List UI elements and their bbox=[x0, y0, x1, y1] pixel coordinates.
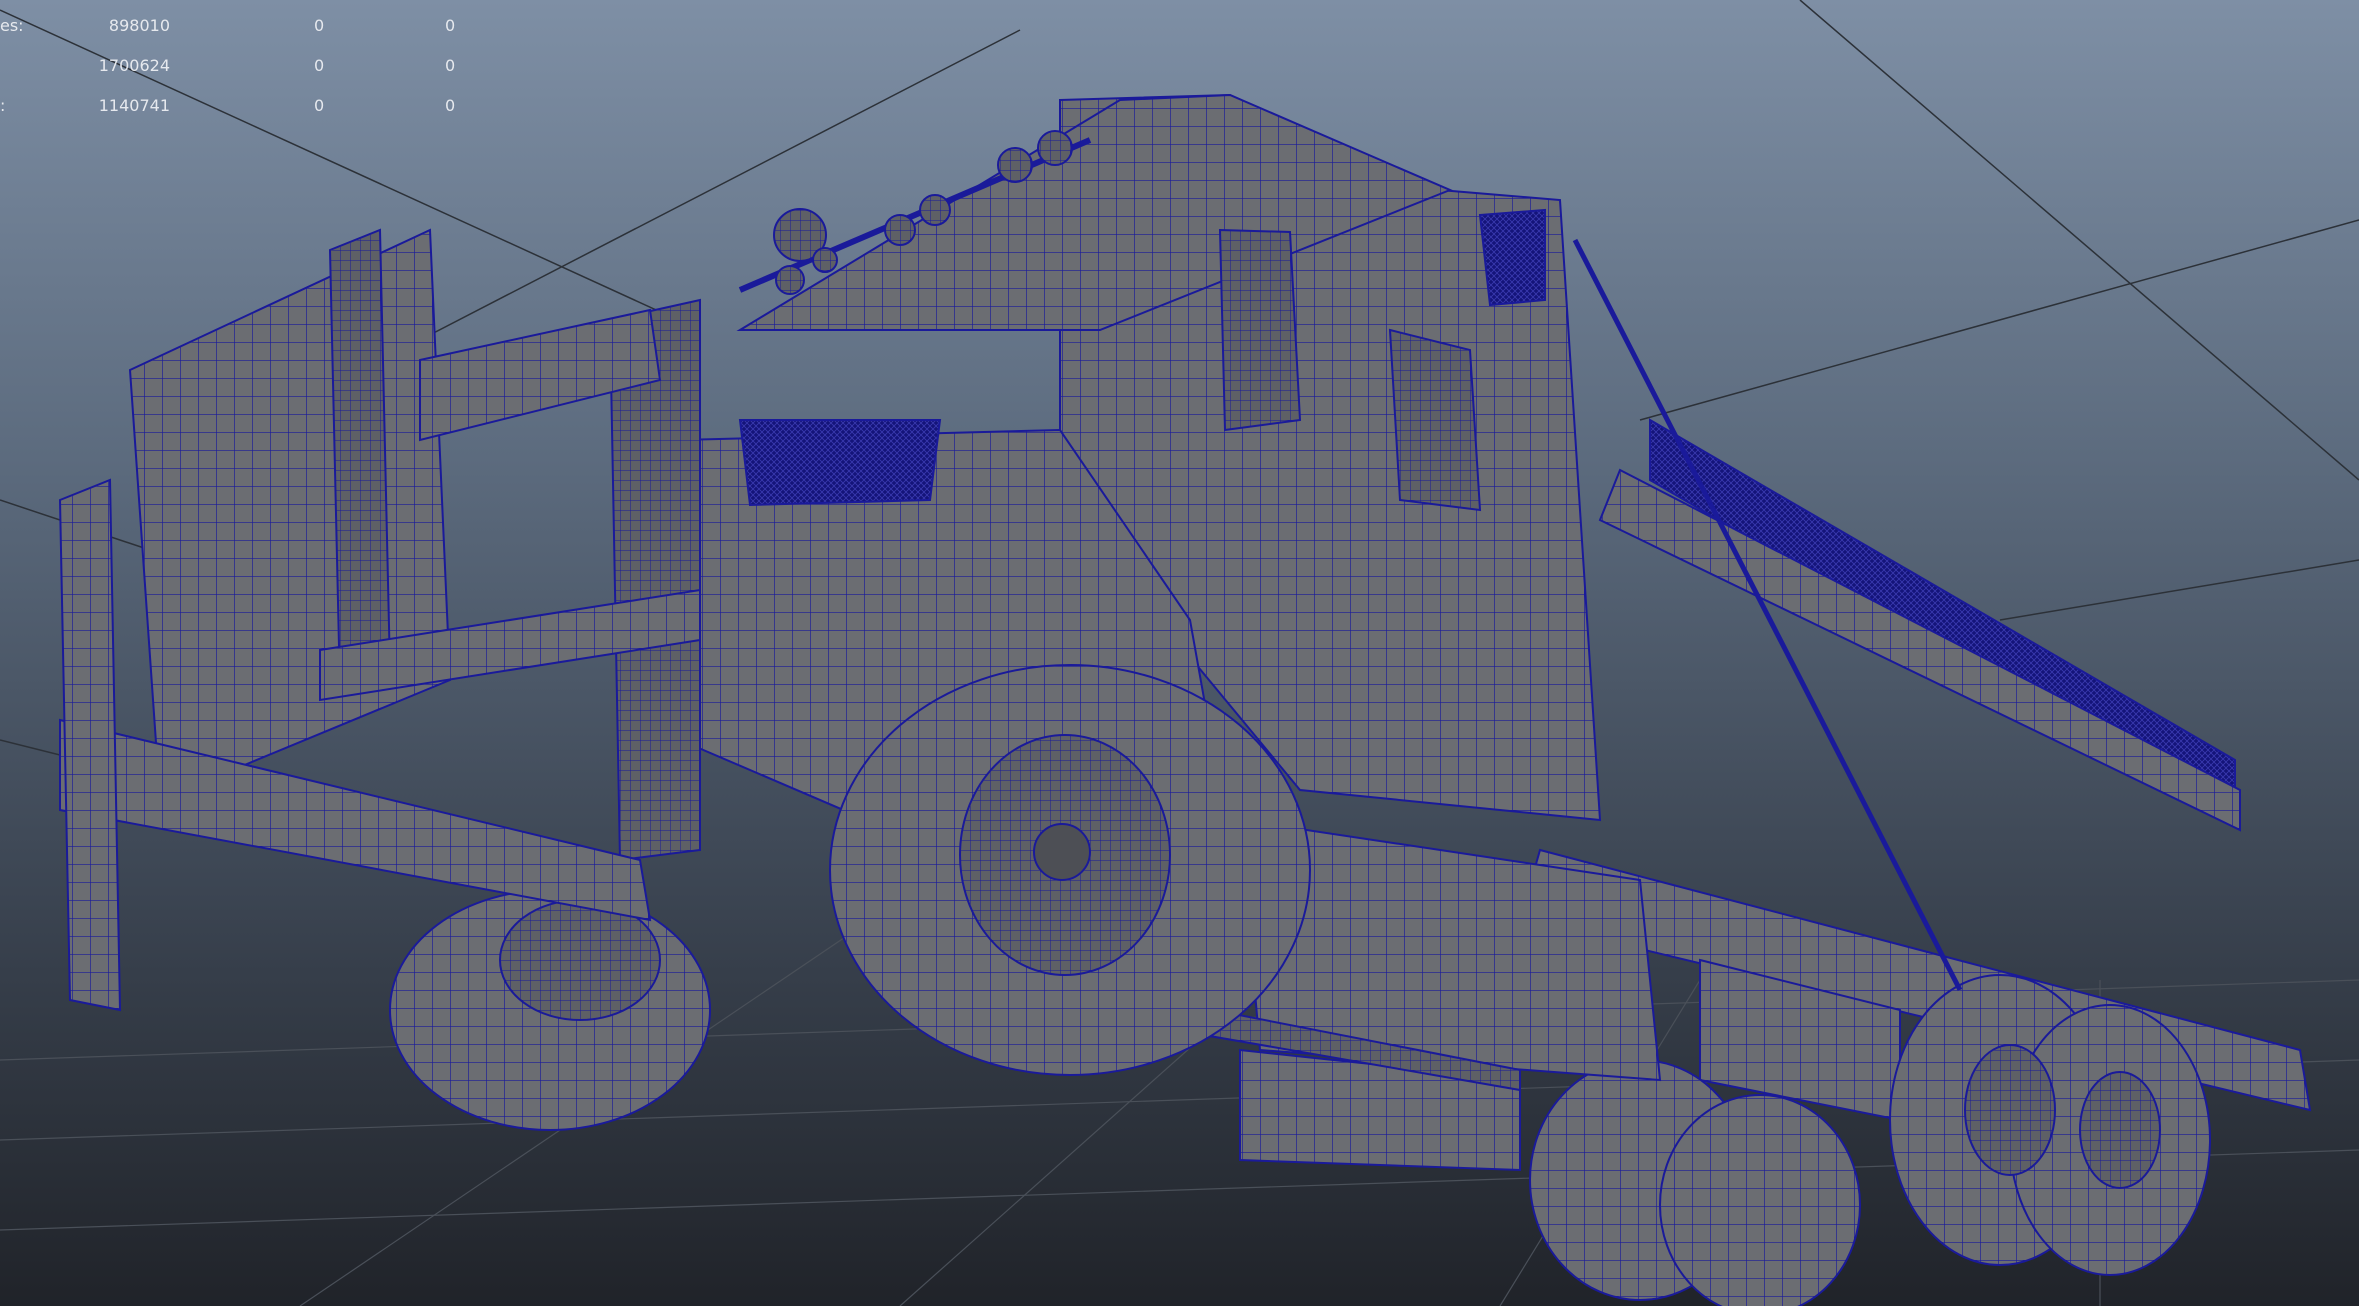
3d-viewport[interactable] bbox=[0, 0, 2359, 1306]
front-bumper bbox=[59, 718, 652, 922]
side-mirror bbox=[1218, 228, 1302, 432]
truck-model bbox=[58, 93, 2312, 1306]
cab-window bbox=[1388, 328, 1482, 512]
front-cage bbox=[128, 228, 452, 802]
viewport-scene[interactable] bbox=[0, 0, 2359, 1306]
hud-total: 1140741 bbox=[98, 96, 170, 115]
bumper-end bbox=[58, 478, 122, 1012]
front-hub-cap bbox=[1033, 823, 1091, 881]
hud-selected: 0 bbox=[314, 16, 325, 35]
hud-row-edges: 1700624 0 0 bbox=[0, 46, 480, 86]
hud-total: 898010 bbox=[108, 16, 170, 35]
hud-components: 0 bbox=[445, 96, 456, 115]
hud-selected: 0 bbox=[314, 56, 325, 75]
hud-total: 1700624 bbox=[98, 56, 170, 75]
cage-post bbox=[328, 228, 392, 692]
hud-row-faces: : 1140741 0 0 bbox=[0, 86, 480, 126]
cab-vent bbox=[1478, 208, 1546, 307]
hud-label: : bbox=[0, 96, 6, 115]
poly-count-hud: es: 898010 0 0 1700624 0 0 : 1140741 0 0 bbox=[0, 6, 480, 126]
flatbed-deck bbox=[1598, 468, 2241, 832]
hud-selected: 0 bbox=[314, 96, 325, 115]
hud-components: 0 bbox=[445, 16, 456, 35]
front-grille bbox=[738, 419, 942, 507]
hud-label: es: bbox=[0, 16, 24, 35]
hud-row-verts: es: 898010 0 0 bbox=[0, 6, 480, 46]
hud-components: 0 bbox=[445, 56, 456, 75]
